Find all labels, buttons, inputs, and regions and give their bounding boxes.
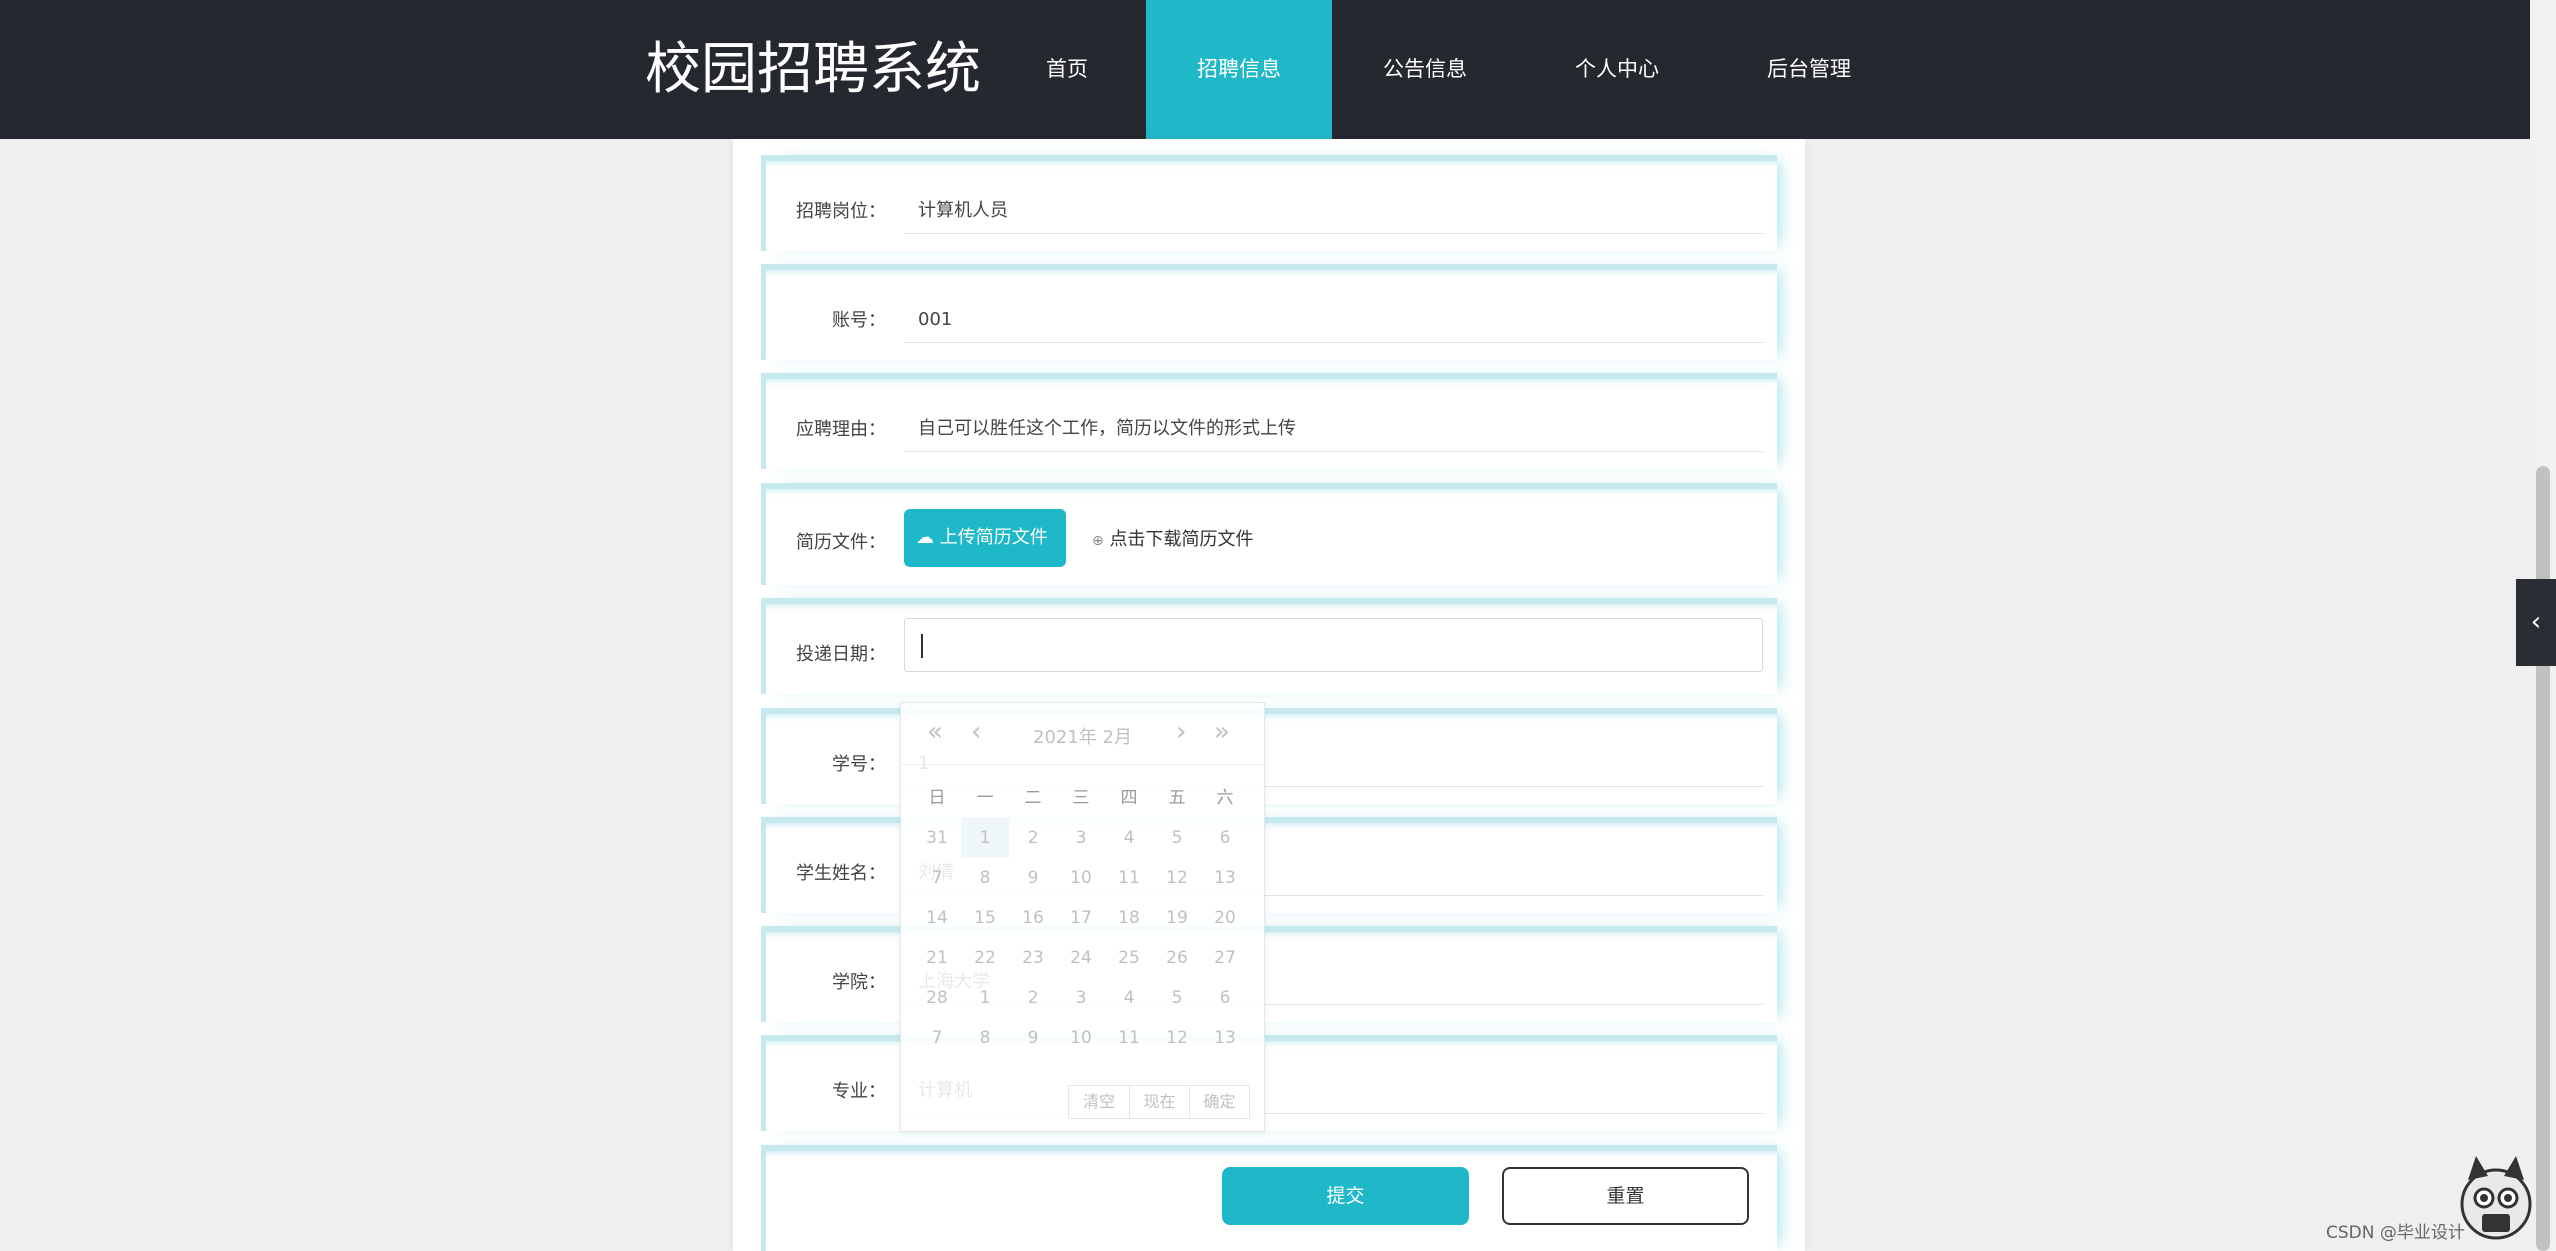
reason-label: 应聘理由： bbox=[796, 419, 886, 440]
nav-home[interactable]: 首页 bbox=[974, 0, 1160, 139]
position-field[interactable]: 计算机人员 bbox=[904, 188, 1763, 234]
cloud-upload-icon: ☁ bbox=[916, 527, 934, 548]
calendar-day[interactable]: 1 bbox=[961, 978, 1009, 1018]
calendar-day[interactable]: 5 bbox=[1153, 818, 1201, 858]
weekday-header: 二 bbox=[1024, 788, 1042, 808]
calendar-day[interactable]: 9 bbox=[1009, 858, 1057, 898]
calendar-day[interactable]: 12 bbox=[1153, 858, 1201, 898]
calendar-day[interactable]: 10 bbox=[1057, 858, 1105, 898]
calendar-day[interactable]: 19 bbox=[1153, 898, 1201, 938]
calendar-day[interactable]: 6 bbox=[1201, 818, 1249, 858]
site-brand: 校园招聘系统 bbox=[645, 37, 981, 102]
calendar-day[interactable]: 17 bbox=[1057, 898, 1105, 938]
upload-resume-button[interactable]: ☁ 上传简历文件 bbox=[904, 509, 1066, 567]
calendar-day[interactable]: 21 bbox=[913, 938, 961, 978]
calendar-day[interactable]: 15 bbox=[961, 898, 1009, 938]
confirm-button[interactable]: 确定 bbox=[1189, 1086, 1249, 1118]
download-icon: ⊕ bbox=[1092, 533, 1104, 549]
calendar-day[interactable]: 4 bbox=[1105, 818, 1153, 858]
row-resume: 简历文件： ☁ 上传简历文件 ⊕ 点击下载简历文件 bbox=[761, 483, 1777, 585]
calendar-day[interactable]: 8 bbox=[961, 858, 1009, 898]
date-picker-popup: « ‹ 2021年 2月 › » 日一二三四五六 31 1 2 3 4 5 6 7 8 9 10 11 1… bbox=[900, 702, 1265, 1132]
row-account: 账号： 001 bbox=[761, 264, 1777, 360]
calendar-day[interactable]: 11 bbox=[1105, 1018, 1153, 1058]
calendar-day[interactable]: 7 bbox=[913, 1018, 961, 1058]
calendar-day[interactable]: 4 bbox=[1105, 978, 1153, 1018]
major-label: 专业： bbox=[832, 1081, 886, 1102]
date-input[interactable] bbox=[904, 618, 1763, 672]
row-reason: 应聘理由： 自己可以胜任这个工作，简历以文件的形式上传 bbox=[761, 373, 1777, 469]
now-button[interactable]: 现在 bbox=[1129, 1086, 1189, 1118]
download-resume-label: 点击下载简历文件 bbox=[1109, 529, 1254, 550]
calendar-day[interactable]: 5 bbox=[1153, 978, 1201, 1018]
side-panel-toggle[interactable]: ‹ bbox=[2516, 579, 2556, 666]
weekday-header: 一 bbox=[976, 788, 994, 808]
calendar-day[interactable]: 2 bbox=[1009, 978, 1057, 1018]
next-month-icon[interactable]: › bbox=[1176, 717, 1186, 747]
calendar-day[interactable]: 16 bbox=[1009, 898, 1057, 938]
reason-field[interactable]: 自己可以胜任这个工作，简历以文件的形式上传 bbox=[904, 406, 1763, 452]
date-picker-header: « ‹ 2021年 2月 › » bbox=[901, 703, 1264, 765]
calendar-day[interactable]: 26 bbox=[1153, 938, 1201, 978]
watermark: CSDN @毕业设计 bbox=[2326, 1223, 2465, 1243]
date-label: 投递日期： bbox=[796, 644, 886, 665]
calendar-day[interactable]: 12 bbox=[1153, 1018, 1201, 1058]
nav-recruitment[interactable]: 招聘信息 bbox=[1146, 0, 1332, 139]
calendar-day[interactable]: 20 bbox=[1201, 898, 1249, 938]
calendar-day[interactable]: 18 bbox=[1105, 898, 1153, 938]
weekday-header: 三 bbox=[1072, 788, 1090, 808]
position-label: 招聘岗位： bbox=[796, 201, 886, 222]
top-navbar: 校园招聘系统 首页 招聘信息 公告信息 个人中心 后台管理 bbox=[0, 0, 2530, 139]
calendar-day[interactable]: 6 bbox=[1201, 978, 1249, 1018]
student-name-label: 学生姓名： bbox=[796, 863, 886, 884]
calendar-day[interactable]: 23 bbox=[1009, 938, 1057, 978]
resume-label: 简历文件： bbox=[796, 532, 886, 553]
upload-resume-label: 上传简历文件 bbox=[939, 527, 1048, 548]
calendar-day[interactable]: 31 bbox=[913, 818, 961, 858]
date-picker-title[interactable]: 2021年 2月 bbox=[901, 723, 1264, 749]
calendar-day[interactable]: 11 bbox=[1105, 858, 1153, 898]
calendar-day[interactable]: 13 bbox=[1201, 1018, 1249, 1058]
calendar-day[interactable]: 9 bbox=[1009, 1018, 1057, 1058]
next-year-icon[interactable]: » bbox=[1214, 717, 1230, 747]
calendar-day[interactable]: 3 bbox=[1057, 818, 1105, 858]
calendar-day[interactable]: 3 bbox=[1057, 978, 1105, 1018]
nav-personal-center[interactable]: 个人中心 bbox=[1524, 0, 1710, 139]
nav-admin[interactable]: 后台管理 bbox=[1716, 0, 1902, 139]
clear-button[interactable]: 清空 bbox=[1069, 1086, 1129, 1118]
row-position: 招聘岗位： 计算机人员 bbox=[761, 155, 1777, 251]
weekday-header: 五 bbox=[1168, 788, 1186, 808]
calendar-day[interactable]: 7 bbox=[913, 858, 961, 898]
weekday-header: 日 bbox=[928, 788, 946, 808]
college-label: 学院： bbox=[832, 972, 886, 993]
nav-announcements[interactable]: 公告信息 bbox=[1332, 0, 1518, 139]
row-date: 投递日期： bbox=[761, 598, 1777, 694]
calendar-day[interactable]: 1 bbox=[961, 818, 1009, 858]
account-field[interactable]: 001 bbox=[904, 297, 1763, 343]
download-resume-link[interactable]: ⊕ 点击下载简历文件 bbox=[1092, 525, 1253, 551]
date-picker-footer: 清空 现在 确定 bbox=[1068, 1085, 1250, 1119]
submit-button[interactable]: 提交 bbox=[1222, 1167, 1469, 1225]
calendar-day[interactable]: 10 bbox=[1057, 1018, 1105, 1058]
calendar-day[interactable]: 8 bbox=[961, 1018, 1009, 1058]
chevron-left-icon: ‹ bbox=[2530, 607, 2542, 637]
calendar-day[interactable]: 25 bbox=[1105, 938, 1153, 978]
calendar-day[interactable]: 27 bbox=[1201, 938, 1249, 978]
mascot-icon bbox=[2460, 1156, 2532, 1240]
weekday-header: 四 bbox=[1120, 788, 1138, 808]
calendar-day[interactable]: 28 bbox=[913, 978, 961, 1018]
calendar-day[interactable]: 13 bbox=[1201, 858, 1249, 898]
calendar-day[interactable]: 14 bbox=[913, 898, 961, 938]
weekday-header: 六 bbox=[1216, 788, 1234, 808]
calendar-day[interactable]: 2 bbox=[1009, 818, 1057, 858]
calendar-day[interactable]: 22 bbox=[961, 938, 1009, 978]
calendar-day[interactable]: 24 bbox=[1057, 938, 1105, 978]
account-label: 账号： bbox=[832, 310, 886, 331]
student-id-label: 学号： bbox=[832, 754, 886, 775]
text-caret bbox=[921, 634, 923, 658]
reset-button[interactable]: 重置 bbox=[1502, 1167, 1749, 1225]
